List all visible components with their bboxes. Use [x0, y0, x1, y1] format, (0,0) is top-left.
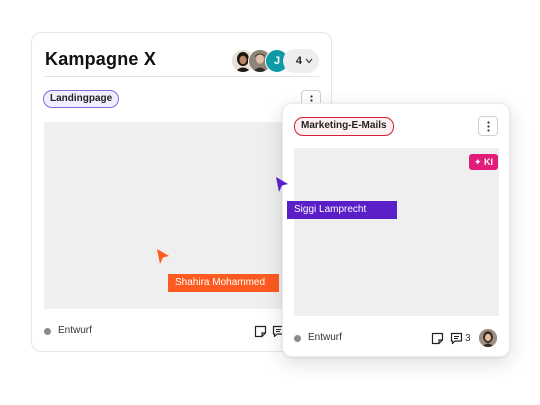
- preview-area: ✦ KI: [294, 148, 499, 316]
- status-dot: [44, 328, 51, 335]
- card-title: Kampagne X: [45, 49, 157, 69]
- member-count-dropdown[interactable]: 4: [283, 49, 319, 73]
- more-options-button[interactable]: [478, 116, 498, 136]
- kebab-menu-icon: [486, 120, 490, 132]
- status-label: Entwurf: [58, 325, 92, 336]
- category-tag[interactable]: Marketing-E-Mails: [294, 117, 394, 136]
- comment-count: 3: [465, 333, 471, 344]
- note-icon[interactable]: [431, 332, 444, 350]
- chevron-down-icon: [305, 57, 313, 66]
- cursor-icon: [156, 248, 170, 271]
- collaborator-cursor-label: Siggi Lamprecht: [287, 201, 397, 219]
- category-tag[interactable]: Landingpage: [43, 90, 120, 108]
- divider: [44, 76, 319, 77]
- avatar[interactable]: [479, 329, 497, 347]
- status-label: Entwurf: [308, 332, 342, 343]
- status-dot: [294, 335, 301, 342]
- ai-badge[interactable]: ✦ KI: [469, 154, 499, 170]
- cursor-icon: [275, 176, 289, 199]
- email-card[interactable]: Marketing-E-Mails ✦ KI Entwurf 3: [282, 103, 510, 357]
- comment-icon[interactable]: [450, 332, 463, 350]
- collaborator-cursor-label: Shahira Mohammed: [168, 274, 279, 292]
- note-icon[interactable]: [254, 325, 267, 343]
- member-count: 4: [295, 55, 302, 67]
